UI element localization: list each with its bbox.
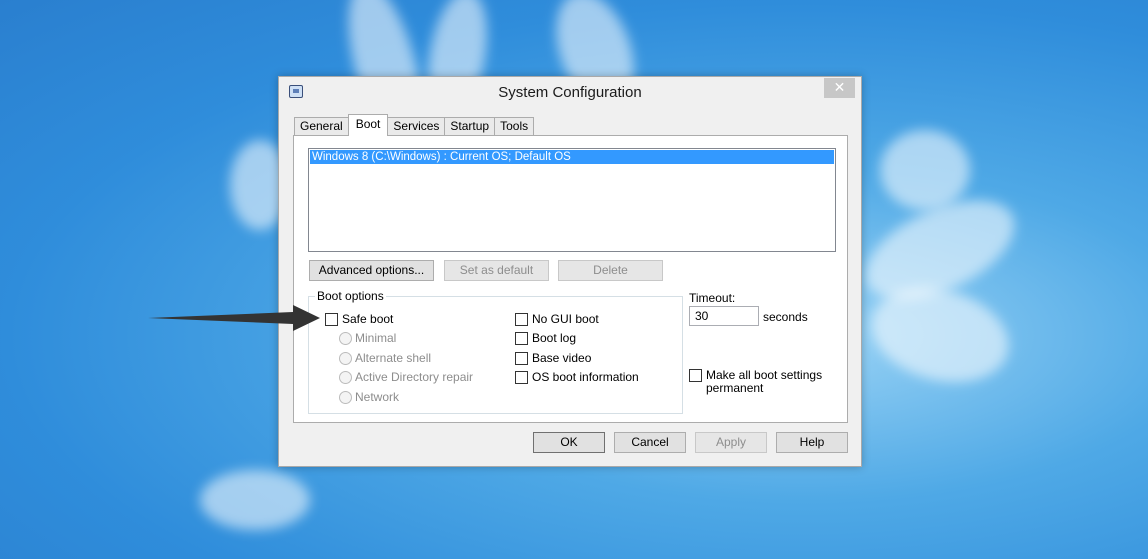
- network-radio[interactable]: [339, 390, 352, 404]
- tab-services[interactable]: Services: [387, 117, 446, 136]
- permanent-checkbox[interactable]: [689, 369, 702, 382]
- timeout-label: Timeout:: [689, 291, 736, 305]
- alternate-shell-label: Alternate shell: [355, 351, 432, 365]
- base-video-checkbox[interactable]: [515, 351, 528, 365]
- safe-boot-option[interactable]: Safe boot: [325, 312, 393, 326]
- flower-petal: [880, 130, 970, 210]
- no-gui-boot-checkbox[interactable]: [515, 312, 528, 326]
- ad-repair-label: Active Directory repair: [355, 370, 474, 384]
- delete-button[interactable]: Delete: [558, 260, 663, 281]
- permanent-option[interactable]: Make all boot settings permanent: [689, 369, 826, 395]
- tab-strip: General Boot Services Startup Tools: [294, 114, 535, 136]
- os-boot-info-label: OS boot information: [532, 370, 639, 384]
- ad-repair-radio[interactable]: [339, 370, 352, 384]
- os-list[interactable]: Windows 8 (C:\Windows) : Current OS; Def…: [308, 148, 836, 252]
- no-gui-boot-label: No GUI boot: [532, 312, 599, 326]
- alternate-shell-option[interactable]: Alternate shell: [339, 351, 431, 365]
- minimal-label: Minimal: [355, 331, 397, 345]
- os-boot-info-option[interactable]: OS boot information: [515, 370, 639, 384]
- ad-repair-option[interactable]: Active Directory repair: [339, 370, 473, 384]
- tab-startup[interactable]: Startup: [444, 117, 496, 136]
- boot-log-label: Boot log: [532, 331, 577, 345]
- ok-button[interactable]: OK: [533, 432, 605, 453]
- boot-options-group: Boot options Safe boot Minimal Alternate…: [308, 289, 683, 414]
- boot-tab-panel: Windows 8 (C:\Windows) : Current OS; Def…: [293, 135, 848, 423]
- cancel-button[interactable]: Cancel: [614, 432, 686, 453]
- boot-log-option[interactable]: Boot log: [515, 331, 576, 345]
- arrow-shape: [148, 305, 320, 331]
- permanent-label: Make all boot settings permanent: [706, 368, 823, 395]
- network-option[interactable]: Network: [339, 390, 399, 404]
- timeout-input[interactable]: 30: [689, 306, 759, 326]
- minimal-option[interactable]: Minimal: [339, 331, 396, 345]
- os-list-item[interactable]: Windows 8 (C:\Windows) : Current OS; Def…: [310, 150, 834, 164]
- tab-general[interactable]: General: [294, 117, 349, 136]
- seconds-label: seconds: [763, 310, 808, 324]
- minimal-radio[interactable]: [339, 331, 352, 345]
- network-label: Network: [355, 390, 400, 404]
- safe-boot-checkbox[interactable]: [325, 312, 338, 326]
- set-as-default-button[interactable]: Set as default: [444, 260, 549, 281]
- boot-log-checkbox[interactable]: [515, 331, 528, 345]
- help-button[interactable]: Help: [776, 432, 848, 453]
- safe-boot-label: Safe boot: [342, 312, 394, 326]
- alternate-shell-radio[interactable]: [339, 351, 352, 365]
- annotation-arrow: [148, 305, 320, 331]
- advanced-options-button[interactable]: Advanced options...: [309, 260, 434, 281]
- system-configuration-dialog: System Configuration ✕ General Boot Serv…: [278, 76, 862, 467]
- window-title: System Configuration: [498, 84, 642, 101]
- close-button[interactable]: ✕: [824, 78, 855, 98]
- base-video-label: Base video: [532, 351, 592, 365]
- no-gui-boot-option[interactable]: No GUI boot: [515, 312, 599, 326]
- os-boot-info-checkbox[interactable]: [515, 370, 528, 384]
- apply-button[interactable]: Apply: [695, 432, 767, 453]
- base-video-option[interactable]: Base video: [515, 351, 591, 365]
- tab-boot[interactable]: Boot: [347, 114, 389, 136]
- flower-petal: [200, 470, 310, 530]
- tab-tools[interactable]: Tools: [494, 117, 535, 136]
- title-bar[interactable]: System Configuration ✕: [279, 77, 861, 109]
- boot-options-label: Boot options: [315, 289, 386, 303]
